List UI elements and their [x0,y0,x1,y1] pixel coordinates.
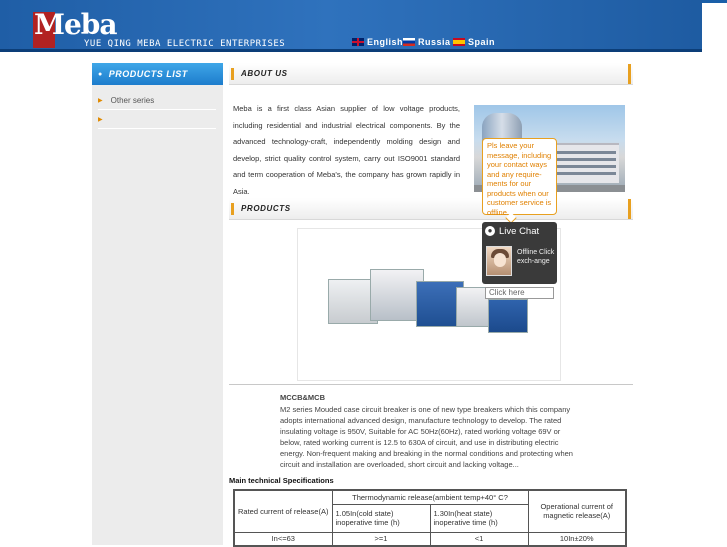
chat-title: Live Chat [499,225,540,237]
language-spain-link[interactable]: Spain [453,36,495,48]
header-stripe [0,49,727,52]
section-divider [229,384,633,385]
sidebar-title-label: PRODUCTS LIST [108,69,188,79]
language-spain-label: Spain [468,37,496,47]
bullet-icon: ● [98,70,103,78]
company-name: YUE QING MEBA ELECTRIC ENTERPRISES [84,39,286,49]
sidebar: ● PRODUCTS LIST ▶ Other series ▶ [92,63,223,545]
products-title: PRODUCTS [241,204,291,213]
table-header-rated-current: Rated current of release(A) [233,489,333,533]
language-english-link[interactable]: English [352,36,403,48]
language-russia-label: Russia [418,37,451,47]
sidebar-item-label: Other series [110,96,155,105]
about-text: Meba is a first class Asian supplier of … [233,104,460,196]
avatar [486,246,512,276]
chat-icon: ● [485,226,495,236]
header-right-panel [702,0,727,52]
mccb-description: M2 series Mouded case circuit breaker is… [280,405,573,469]
table-row: In<=63 >=1 <1 10In±20% [233,531,627,547]
mccb-title: MCCB&MCB [280,393,325,402]
table-cell: 10In±20% [527,531,627,547]
regulator-device [488,299,528,333]
table-header-magnetic: Operational current of magnetic release(… [527,489,627,533]
chat-input[interactable]: Click here [485,287,554,299]
spec-table: Rated current of release(A) Thermodynami… [233,489,627,547]
products-section-header: PRODUCTS [229,198,633,220]
sidebar-item-empty[interactable]: ▶ [98,111,216,129]
arrow-right-icon: ▶ [98,117,103,123]
section-accent-right [628,199,631,219]
chat-bubble-text: Pls leave your message, including your c… [487,141,552,217]
uk-flag-icon [352,38,364,46]
language-english-label: English [367,37,404,47]
sidebar-title: ● PRODUCTS LIST [92,63,223,85]
chat-status[interactable]: Offline Click exch-ange [517,249,555,266]
table-header-heat-state: 1.30In(heat state) inoperative time (h) [429,504,529,533]
spec-title: Main technical Specifications [229,476,334,485]
table-cell: In<=63 [233,531,333,547]
spain-flag-icon [453,38,465,46]
russia-flag-icon [403,38,415,46]
table-header-cold-state: 1.05In(cold state) inoperative time (h) [331,504,431,533]
section-accent [231,67,234,80]
about-section-header: ABOUT US [229,63,633,85]
chat-header[interactable]: ● Live Chat [482,222,557,240]
section-accent-right [628,64,631,84]
logo-text[interactable]: Meba [34,8,118,41]
language-russia-link[interactable]: Russia [403,36,451,48]
chat-message-bubble: Pls leave your message, including your c… [482,138,557,224]
sidebar-item-other-series[interactable]: ▶ Other series [98,92,216,110]
site-header: Meba YUE QING MEBA ELECTRIC ENTERPRISES … [0,0,727,52]
live-chat-widget[interactable]: ● Live Chat Offline Click exch-ange [482,222,557,284]
table-header-thermodynamic: Thermodynamic release(ambient temp+40° C… [331,489,529,506]
table-cell: <1 [429,531,529,547]
arrow-right-icon: ▶ [98,98,103,104]
about-title: ABOUT US [241,69,288,78]
section-accent [231,202,234,215]
table-cell: >=1 [331,531,431,547]
